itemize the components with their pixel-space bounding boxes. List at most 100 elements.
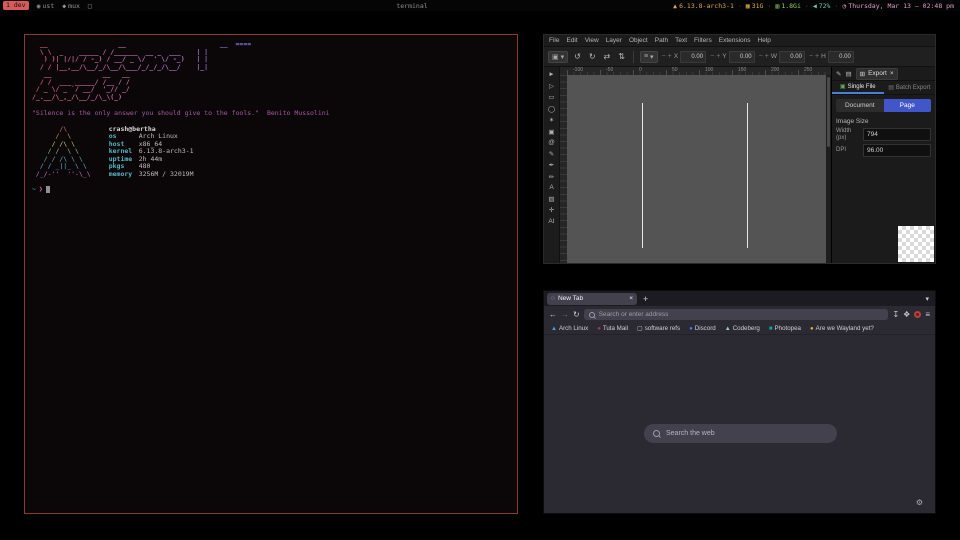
text-tool[interactable]: A [549,184,553,191]
tab-favicon-icon: ○ [551,295,555,302]
rotate-cw-button[interactable]: ↻ [587,52,598,61]
web-search-input[interactable]: Search the web [644,424,837,443]
workspace-empty[interactable]: □ [88,2,92,10]
workspace-mux[interactable]: ◆ mux [62,2,80,10]
width-input[interactable]: 794 [863,128,931,141]
bookmark-discord[interactable]: ● Discord [689,325,716,332]
ai-tool[interactable]: AI [548,218,554,225]
active-tab[interactable]: ○ New Tab × [547,293,637,305]
downloads-button[interactable]: ↧ [892,310,899,319]
extension-badge-icon[interactable] [914,311,921,318]
document-button[interactable]: Document [836,99,884,112]
menu-button[interactable]: ≡ [925,310,930,319]
workspace-label: mux [68,2,80,10]
pencil-icon[interactable]: ✎ [836,70,841,78]
x-input[interactable]: 0.00 [680,51,706,63]
chevron-down-icon: ▾ [650,53,654,61]
decrement-button[interactable]: − [759,53,763,60]
arch-icon: ▲ [673,2,677,10]
menu-object[interactable]: Object [629,37,648,44]
align-dropdown[interactable]: ≡ ▾ [640,51,658,63]
bookmark-codeberg[interactable]: ▲ Codeberg [725,325,760,332]
system-info: crash@bertha osArch Linux hostx86_64 ker… [109,126,194,179]
desktop: 1 dev ◉ ust ◆ mux □ terminal ▲ 6.13.8-ar… [0,0,960,540]
y-input[interactable]: 0.00 [729,51,755,63]
batch-export-tab[interactable]: ▤ Batch Export [884,81,936,94]
codeberg-favicon-icon: ▲ [725,326,731,332]
wayland-favicon-icon: ● [810,326,814,332]
increment-button[interactable]: + [716,53,720,60]
logo-line: /_/-'' ''-\_\ [32,171,91,179]
dpi-input[interactable]: 96.00 [863,144,931,157]
layers-icon[interactable]: ▤ [845,70,851,78]
increment-button[interactable]: + [668,53,672,60]
ruler-label: 50 [672,67,678,73]
search-icon [653,430,660,437]
calligraphy-tool[interactable]: ✏ [549,173,554,181]
menu-path[interactable]: Path [655,37,668,44]
menu-filters[interactable]: Filters [694,37,712,44]
canvas-area: -100 -50 0 50 100 150 200 250 300 [560,67,831,263]
selection-mode-dropdown[interactable]: ▣ ▾ [548,51,568,63]
increment-button[interactable]: + [765,53,769,60]
url-bar[interactable]: Search or enter address [584,309,889,320]
star-tool[interactable]: ✶ [549,116,554,124]
rectangle-tool[interactable]: ▭ [548,93,554,101]
close-icon[interactable]: × [890,70,894,77]
drawing-canvas[interactable] [567,75,826,263]
volume-status: ◀ 72% [813,2,831,10]
new-tab-button[interactable]: + [643,294,648,304]
decrement-button[interactable]: − [662,53,666,60]
bookmark-label: Discord [695,325,716,332]
bookmark-arch-linux[interactable]: ▲ Arch Linux [551,325,588,332]
spiral-tool[interactable]: @ [548,139,555,146]
dropper-tool[interactable]: ✛ [549,206,554,214]
bookmark-folder-software-refs[interactable]: ▢ software refs [637,325,680,332]
pencil-tool[interactable]: ✎ [549,150,554,158]
reload-button[interactable]: ↻ [573,310,580,319]
export-dock-tab[interactable]: ⊞ Export × [856,68,898,80]
workspace-dev[interactable]: 1 dev [3,1,29,10]
single-file-tab[interactable]: ▣ Single File [832,81,884,94]
page-button[interactable]: Page [884,99,932,112]
gear-icon[interactable]: ⚙ [916,498,923,507]
close-icon[interactable]: × [629,295,633,302]
h-input[interactable]: 0.00 [828,51,854,63]
flip-vertical-button[interactable]: ⇅ [616,52,627,61]
ellipse-tool[interactable]: ◯ [548,105,555,113]
chevron-down-icon: ▾ [561,53,565,61]
increment-button[interactable]: + [815,53,819,60]
menu-extensions[interactable]: Extensions [719,37,751,44]
field-label: X [674,53,678,60]
pen-tool[interactable]: ✒ [549,161,554,169]
bookmark-tuta-mail[interactable]: ● Tuta Mail [597,325,628,332]
selector-tool[interactable]: ► [548,71,554,78]
decrement-button[interactable]: − [809,53,813,60]
box3d-tool[interactable]: ▣ [548,128,554,136]
node-tool[interactable]: ▷ [549,82,554,90]
inkscape-menubar: File Edit View Layer Object Path Text Fi… [544,35,935,46]
extensions-button[interactable]: ❖ [903,310,910,319]
back-button[interactable]: ← [549,310,557,319]
terminal-window[interactable]: __ __ __ ==== \ \ _ _____ / /______ __ _… [24,34,518,514]
menu-file[interactable]: File [549,37,559,44]
menu-layer[interactable]: Layer [606,37,622,44]
bookmark-photopea[interactable]: ■ Photopea [769,325,801,332]
gradient-tool[interactable]: ▧ [548,195,554,203]
menu-edit[interactable]: Edit [566,37,577,44]
shell-prompt[interactable]: ~ ❯ [32,186,510,194]
bookmark-are-we-wayland-yet[interactable]: ● Are we Wayland yet? [810,325,874,332]
flip-horizontal-button[interactable]: ⇄ [602,52,613,61]
scrollbar-thumb[interactable] [827,77,830,147]
workspace-ust[interactable]: ◉ ust [37,2,55,10]
list-tabs-chevron-icon[interactable]: ▾ [925,295,929,303]
status-segments: ▲ 6.13.8-arch3-1 · ▦ 31G · ▥ 1.8Gi · ◀ 7… [673,2,954,10]
menu-view[interactable]: View [585,37,599,44]
w-input[interactable]: 0.00 [779,51,805,63]
menu-text[interactable]: Text [675,37,687,44]
forward-button[interactable]: → [561,310,569,319]
menu-help[interactable]: Help [758,37,771,44]
export-icon: ⊞ [860,70,865,78]
decrement-button[interactable]: − [710,53,714,60]
rotate-ccw-button[interactable]: ↺ [572,52,583,61]
